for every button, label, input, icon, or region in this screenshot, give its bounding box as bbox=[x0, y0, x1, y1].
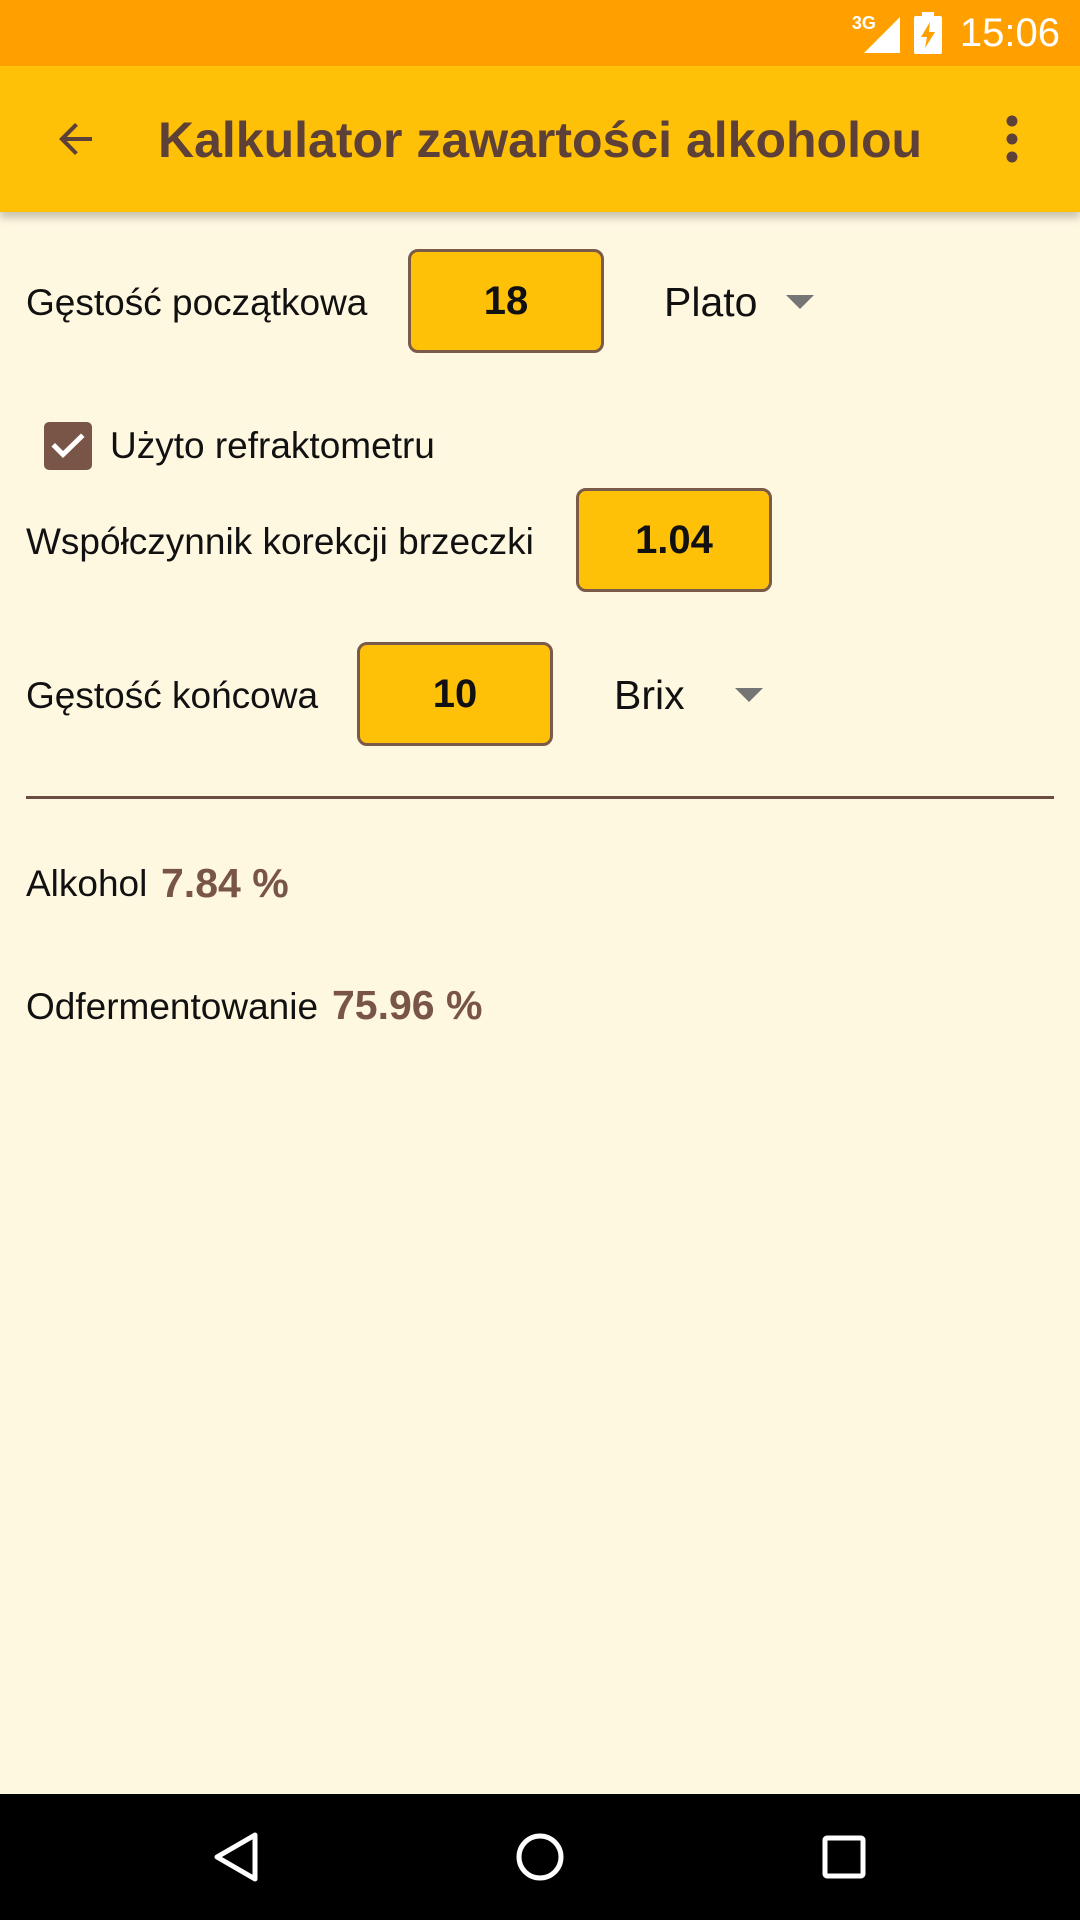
attenuation-value: 75.96 % bbox=[332, 982, 483, 1028]
checkmark-icon bbox=[51, 433, 85, 459]
home-circle-icon bbox=[516, 1833, 564, 1881]
status-icons: 3G 15:06 bbox=[852, 0, 1060, 66]
status-bar: 3G 15:06 bbox=[0, 0, 1080, 66]
correction-factor-label: Współczynnik korekcji brzeczki bbox=[26, 521, 534, 562]
navigation-bar bbox=[0, 1794, 1080, 1920]
signal-indicator: 3G bbox=[852, 11, 900, 55]
initial-gravity-unit-spinner[interactable]: Plato bbox=[664, 262, 834, 342]
back-arrow-icon bbox=[59, 123, 92, 155]
refractometer-label[interactable]: Użyto refraktometru bbox=[110, 425, 435, 467]
signal-icon bbox=[863, 17, 900, 53]
dropdown-arrow-icon bbox=[735, 688, 763, 702]
back-button[interactable] bbox=[40, 103, 112, 175]
final-gravity-label: Gęstość końcowa bbox=[26, 675, 319, 716]
nav-recents-button[interactable] bbox=[804, 1817, 884, 1897]
dropdown-arrow-icon bbox=[786, 295, 814, 309]
divider bbox=[26, 796, 1054, 799]
back-triangle-icon bbox=[214, 1832, 258, 1882]
nav-back-button[interactable] bbox=[196, 1817, 276, 1897]
nav-home-button[interactable] bbox=[500, 1817, 580, 1897]
battery-charging-icon bbox=[913, 12, 942, 54]
refractometer-checkbox[interactable] bbox=[44, 422, 92, 470]
alcohol-value: 7.84 % bbox=[161, 860, 289, 906]
clock: 15:06 bbox=[959, 10, 1060, 55]
final-gravity-unit-spinner[interactable]: Brix bbox=[614, 655, 784, 735]
final-gravity-unit-value: Brix bbox=[614, 671, 685, 718]
initial-gravity-input[interactable]: 18 bbox=[408, 249, 604, 353]
app-bar: Kalkulator zawartości alkoholou bbox=[0, 66, 1080, 212]
correction-factor-input[interactable]: 1.04 bbox=[576, 488, 772, 592]
final-gravity-input[interactable]: 10 bbox=[357, 642, 553, 746]
initial-gravity-label: Gęstość początkowa bbox=[26, 282, 368, 323]
page-title: Kalkulator zawartości alkoholou bbox=[158, 112, 923, 168]
attenuation-label: Odfermentowanie bbox=[26, 986, 319, 1027]
recents-square-icon bbox=[822, 1835, 866, 1879]
more-options-button[interactable] bbox=[982, 103, 1042, 175]
initial-gravity-unit-value: Plato bbox=[664, 278, 758, 325]
more-vert-icon bbox=[1006, 115, 1018, 163]
alcohol-label: Alkohol bbox=[26, 863, 148, 904]
